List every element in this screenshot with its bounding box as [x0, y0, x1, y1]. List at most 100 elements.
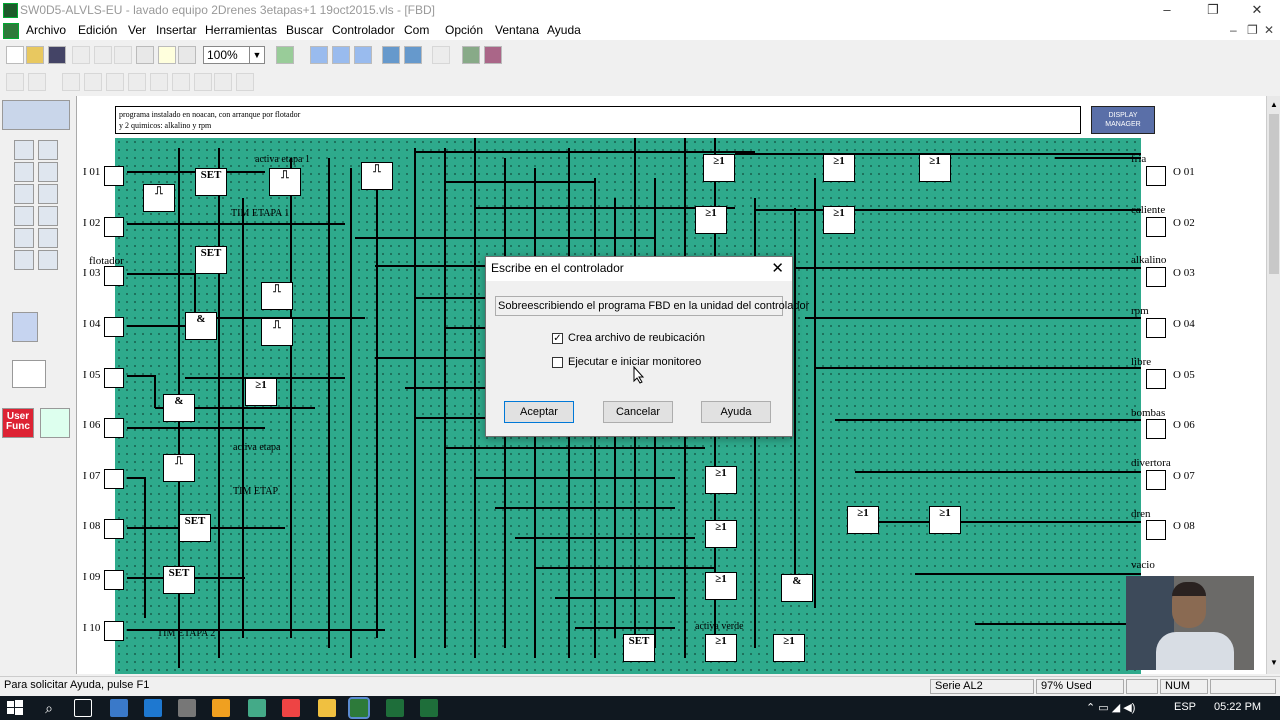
oneshot-block[interactable]: ⎍ — [143, 184, 175, 212]
align-bottom-icon[interactable] — [6, 73, 24, 91]
fn-chart-icon[interactable] — [38, 228, 58, 248]
fn-pt-temp-icon[interactable] — [14, 184, 34, 204]
output-o05[interactable] — [1146, 369, 1166, 389]
menu-archivo[interactable]: Archivo — [26, 23, 66, 37]
input-i09[interactable] — [104, 570, 124, 590]
download-icon[interactable] — [382, 46, 400, 64]
grid-toggle-icon[interactable] — [236, 73, 254, 91]
input-i02[interactable] — [104, 217, 124, 237]
or-block[interactable]: ≥1 — [823, 154, 855, 182]
relocation-file-checkbox[interactable]: ✓ — [552, 333, 563, 344]
line-style-icon[interactable] — [128, 73, 146, 91]
and-block[interactable]: & — [163, 394, 195, 422]
scroll-down-icon[interactable]: ▼ — [1269, 658, 1279, 668]
maximize-button[interactable]: ❐ — [1190, 0, 1236, 20]
tray-clock[interactable]: 05:22 PM — [1214, 701, 1261, 713]
or-block[interactable]: ≥1 — [703, 154, 735, 182]
fn-or-icon[interactable] — [38, 140, 58, 160]
and-block[interactable]: & — [781, 574, 813, 602]
set-reset-block[interactable]: SET — [623, 634, 655, 662]
fn-scale-icon[interactable] — [38, 206, 58, 226]
save-icon[interactable] — [48, 46, 66, 64]
input-i07[interactable] — [104, 469, 124, 489]
accept-button[interactable]: Aceptar — [504, 401, 574, 423]
oneshot-block[interactable]: ⎍ — [261, 282, 293, 310]
fn-record-icon[interactable] — [14, 206, 34, 226]
user-func-button[interactable]: User Func — [2, 408, 34, 438]
ellipse-tool-icon[interactable] — [106, 73, 124, 91]
taskbar-app-icon[interactable] — [212, 699, 230, 717]
line-tool-icon[interactable] — [62, 73, 80, 91]
hierarchy-icon[interactable] — [12, 360, 46, 388]
inner-close-button[interactable]: ✕ — [1264, 23, 1274, 37]
excel-icon[interactable] — [420, 699, 438, 717]
or-block[interactable]: ≥1 — [847, 506, 879, 534]
menu-ver[interactable]: Ver — [128, 23, 146, 37]
fn-tc-temp-icon[interactable] — [38, 184, 58, 204]
display-manager-button[interactable]: DISPLAY MANAGER — [1091, 106, 1155, 134]
simulate-icon[interactable] — [462, 46, 480, 64]
or-block[interactable]: ≥1 — [245, 378, 277, 406]
border-icon[interactable] — [214, 73, 232, 91]
write-controller-icon[interactable] — [332, 46, 350, 64]
output-o04[interactable] — [1146, 318, 1166, 338]
help-button[interactable]: Ayuda — [701, 401, 771, 423]
fn-network-icon[interactable] — [14, 228, 34, 248]
align-top-icon[interactable] — [28, 73, 46, 91]
taskbar-app-icon[interactable] — [178, 699, 196, 717]
taskbar-app-icon[interactable] — [110, 699, 128, 717]
excel-icon[interactable] — [386, 699, 404, 717]
taskbar-app-icon[interactable] — [248, 699, 266, 717]
line-end-icon[interactable] — [194, 73, 212, 91]
or-block[interactable]: ≥1 — [929, 506, 961, 534]
chrome-icon[interactable] — [282, 699, 300, 717]
menu-controlador[interactable]: Controlador — [332, 23, 395, 37]
cancel-button[interactable]: Cancelar — [603, 401, 673, 423]
or-block[interactable]: ≥1 — [705, 634, 737, 662]
menu-ventana[interactable]: Ventana — [495, 23, 539, 37]
help-pointer-icon[interactable] — [178, 46, 196, 64]
or-block[interactable]: ≥1 — [705, 466, 737, 494]
offdelay-block[interactable]: ⎍ — [261, 318, 293, 346]
fn-receive-icon[interactable] — [38, 250, 58, 270]
inner-restore-button[interactable]: ❐ — [1247, 23, 1258, 37]
rect-tool-icon[interactable] — [84, 73, 102, 91]
edge-icon[interactable] — [144, 699, 162, 717]
input-i05[interactable] — [104, 368, 124, 388]
upload-icon[interactable] — [404, 46, 422, 64]
output-o02[interactable] — [1146, 217, 1166, 237]
fn-gauge-icon[interactable] — [38, 162, 58, 182]
or-block[interactable]: ≥1 — [919, 154, 951, 182]
fn-send-icon[interactable] — [14, 250, 34, 270]
open-file-icon[interactable] — [26, 46, 44, 64]
file-explorer-icon[interactable] — [318, 699, 336, 717]
or-block[interactable]: ≥1 — [705, 520, 737, 548]
stop-icon[interactable] — [484, 46, 502, 64]
or-block[interactable]: ≥1 — [773, 634, 805, 662]
ondelay-block[interactable]: ⎍ — [361, 162, 393, 190]
close-button[interactable]: ✕ — [1234, 0, 1280, 20]
cut-icon[interactable] — [72, 46, 90, 64]
paste-icon[interactable] — [114, 46, 132, 64]
dialog-close-icon[interactable]: ✕ — [771, 259, 784, 277]
set-reset-block[interactable]: SET — [179, 514, 211, 542]
new-file-icon[interactable] — [6, 46, 24, 64]
start-monitoring-checkbox[interactable] — [552, 357, 563, 368]
relocation-file-label[interactable]: Crea archivo de reubicación — [568, 332, 705, 344]
windows-start-icon[interactable] — [6, 699, 24, 717]
input-i06[interactable] — [104, 418, 124, 438]
menu-ayuda[interactable]: Ayuda — [547, 23, 581, 37]
output-o03[interactable] — [1146, 267, 1166, 287]
output-o01[interactable] — [1146, 166, 1166, 186]
input-i08[interactable] — [104, 519, 124, 539]
copy-icon[interactable] — [94, 46, 112, 64]
menu-buscar[interactable]: Buscar — [286, 23, 323, 37]
set-reset-block[interactable]: SET — [195, 168, 227, 196]
vertical-scrollbar[interactable]: ▲ ▼ — [1266, 96, 1280, 674]
or-block[interactable]: ≥1 — [705, 572, 737, 600]
task-view-icon[interactable] — [74, 699, 92, 717]
menu-opcion[interactable]: Opción — [445, 23, 483, 37]
tray-icons[interactable]: ⌃ ▭ ◢ ◀) — [1086, 701, 1135, 714]
func-logic-out-user-tabs[interactable] — [2, 100, 70, 130]
output-o07[interactable] — [1146, 470, 1166, 490]
